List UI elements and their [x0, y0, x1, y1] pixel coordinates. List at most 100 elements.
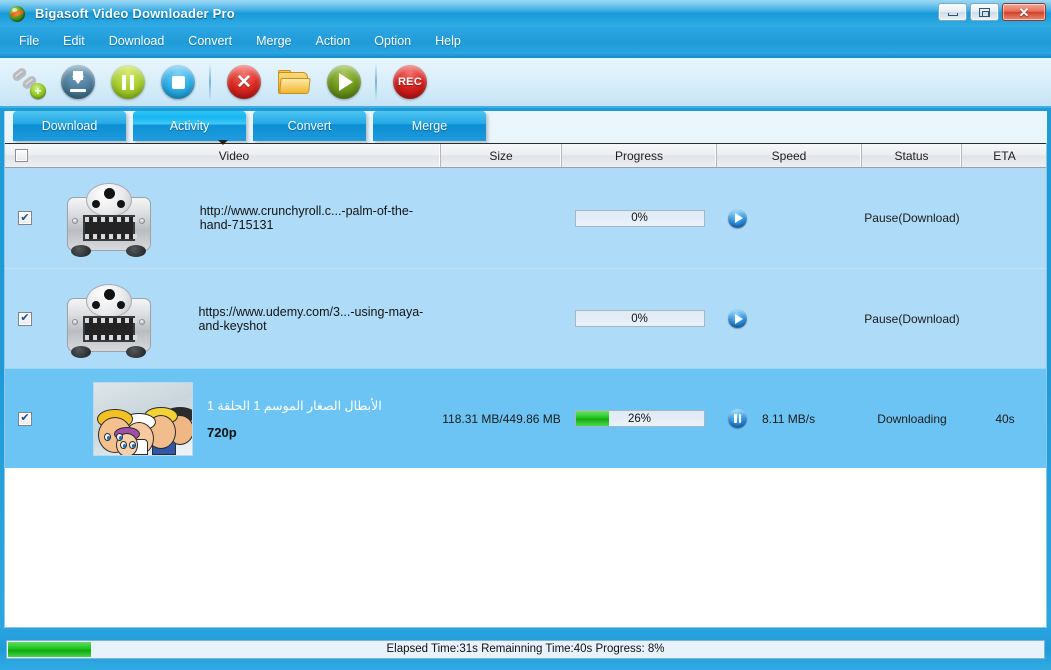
- add-url-button[interactable]: +: [6, 60, 50, 104]
- pause-button[interactable]: [106, 60, 150, 104]
- play-button[interactable]: [322, 60, 366, 104]
- tab-strip: Download Activity Convert Merge: [4, 111, 1047, 143]
- column-header-status[interactable]: Status: [862, 144, 962, 167]
- row-checkbox-cell: [5, 369, 45, 468]
- link-plus-icon: +: [10, 66, 46, 99]
- window-title: Bigasoft Video Downloader Pro: [35, 6, 235, 21]
- minimize-button[interactable]: [938, 3, 967, 21]
- row-speed: 8.11 MB/s: [762, 411, 816, 426]
- resume-play-icon[interactable]: [728, 208, 747, 228]
- download-arrow-icon: [61, 65, 95, 99]
- title-bar: Bigasoft Video Downloader Pro ✕: [0, 0, 1051, 27]
- row-title: https://www.udemy.com/3...-using-maya-an…: [198, 304, 424, 333]
- record-button[interactable]: REC: [388, 60, 432, 104]
- row-eta: 40s: [995, 411, 1015, 426]
- rec-label: REC: [397, 76, 423, 88]
- column-header-video[interactable]: Video: [5, 144, 441, 167]
- table-row[interactable]: http://www.crunchyroll.c...-palm-of-the-…: [5, 168, 1046, 268]
- close-icon: ✕: [1018, 4, 1030, 20]
- tab-merge[interactable]: Merge: [373, 111, 486, 141]
- cartoon-thumbnail: [93, 381, 193, 456]
- status-bar: Elapsed Time:31s Remainning Time:40s Pro…: [0, 628, 1051, 670]
- row-checkbox[interactable]: [18, 311, 32, 326]
- remove-button[interactable]: ✕: [222, 60, 266, 104]
- sort-indicator-icon: [218, 140, 228, 145]
- open-folder-button[interactable]: [272, 60, 316, 104]
- menu-item-option[interactable]: Option: [363, 30, 422, 52]
- toolbar-separator: [209, 63, 211, 101]
- download-list: Video Size Progress Speed Status ETA ✔ h…: [4, 143, 1047, 628]
- row-video-cell: http://www.crunchyroll.c...-palm-of-the-…: [45, 168, 441, 268]
- overall-progress-bar: Elapsed Time:31s Remainning Time:40s Pro…: [6, 639, 1045, 659]
- table-row[interactable]: https://www.udemy.com/3...-using-maya-an…: [5, 268, 1046, 368]
- menu-item-edit[interactable]: Edit: [52, 30, 96, 52]
- menu-item-help[interactable]: Help: [424, 30, 472, 52]
- table-header: Video Size Progress Speed Status ETA: [5, 143, 1046, 168]
- row-progress-cell: 0%: [562, 269, 717, 368]
- menu-item-merge[interactable]: Merge: [245, 30, 302, 52]
- row-status: Pause(Download): [864, 311, 960, 326]
- restore-button[interactable]: [970, 3, 999, 21]
- row-progress-cell: 0%: [562, 168, 717, 268]
- tab-activity[interactable]: Activity: [133, 111, 246, 141]
- menu-bar: File Edit Download Convert Merge Action …: [0, 27, 1051, 54]
- row-checkbox[interactable]: [18, 411, 32, 426]
- tab-download[interactable]: Download: [13, 111, 126, 141]
- column-header-video-label: Video: [218, 148, 250, 163]
- column-header-eta[interactable]: ETA: [962, 144, 1046, 167]
- start-download-button[interactable]: [56, 60, 100, 104]
- select-all-checkbox[interactable]: [15, 149, 28, 162]
- table-row[interactable]: الأبطال الصغار الموسم 1 الحلقة 1 720p 11…: [5, 368, 1046, 468]
- minimize-icon: [947, 12, 958, 16]
- application-window: Bigasoft Video Downloader Pro ✕ File Edi…: [0, 0, 1051, 670]
- row-checkbox-cell: [5, 168, 45, 268]
- row-quality: 720p: [207, 424, 237, 440]
- column-header-progress[interactable]: Progress: [562, 144, 717, 167]
- stop-icon: [161, 65, 195, 99]
- restore-icon: [979, 7, 990, 17]
- toolbar: + ✕ REC: [0, 56, 1051, 108]
- menu-item-file[interactable]: File: [8, 30, 50, 52]
- menu-item-download[interactable]: Download: [98, 30, 176, 52]
- app-logo-icon: [9, 5, 25, 22]
- row-eta: [962, 269, 1046, 368]
- stop-button[interactable]: [156, 60, 200, 104]
- pause-icon[interactable]: [728, 409, 747, 428]
- column-header-size[interactable]: Size: [441, 144, 562, 167]
- progress-label: 0%: [631, 312, 648, 325]
- column-header-speed[interactable]: Speed: [717, 144, 862, 167]
- play-icon: [327, 65, 361, 99]
- status-text: Elapsed Time:31s Remainning Time:40s Pro…: [386, 643, 665, 655]
- progress-label: 26%: [627, 412, 652, 425]
- row-checkbox-cell: [5, 269, 45, 368]
- pause-icon: [111, 65, 145, 99]
- film-reel-icon: [61, 181, 151, 257]
- progress-bar: 26%: [574, 410, 705, 427]
- row-checkbox[interactable]: [18, 211, 32, 225]
- overall-progress-fill: [8, 641, 91, 657]
- row-size: [441, 168, 562, 268]
- progress-label: 0%: [631, 212, 648, 224]
- row-video-cell: الأبطال الصغار الموسم 1 الحلقة 1 720p: [45, 369, 441, 468]
- row-control-cell: [717, 369, 762, 468]
- menu-item-action[interactable]: Action: [305, 30, 362, 52]
- folder-icon: [278, 69, 311, 95]
- row-progress-cell: 26%: [562, 369, 717, 468]
- tab-convert[interactable]: Convert: [253, 111, 366, 141]
- row-speed: [762, 269, 862, 368]
- film-reel-icon: [61, 282, 151, 358]
- row-size: [441, 269, 562, 368]
- row-video-cell: https://www.udemy.com/3...-using-maya-an…: [45, 269, 441, 368]
- row-title: http://www.crunchyroll.c...-palm-of-the-…: [199, 204, 413, 232]
- progress-bar: 0%: [574, 310, 705, 327]
- toolbar-separator-2: [375, 63, 377, 101]
- window-controls: ✕: [938, 3, 1046, 21]
- row-status: Downloading: [877, 411, 947, 426]
- row-size: 118.31 MB/449.86 MB: [442, 411, 561, 426]
- resume-play-icon[interactable]: [728, 309, 747, 328]
- menu-item-convert[interactable]: Convert: [177, 30, 243, 52]
- cancel-x-icon: ✕: [227, 65, 261, 99]
- row-title: الأبطال الصغار الموسم 1 الحلقة 1: [207, 398, 382, 413]
- close-button[interactable]: ✕: [1002, 3, 1046, 21]
- row-control-cell: [717, 168, 762, 268]
